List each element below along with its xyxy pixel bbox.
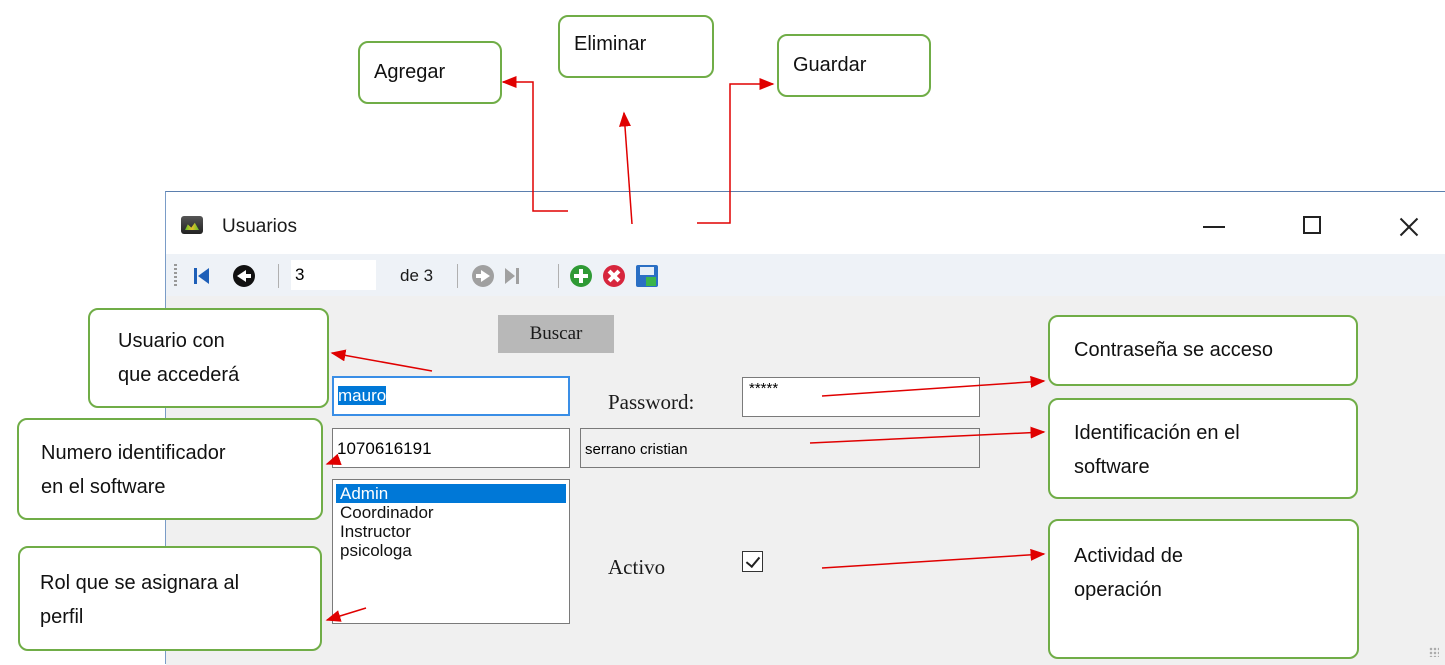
callout-line: operación: [1074, 579, 1162, 601]
minimize-button[interactable]: [1191, 206, 1237, 246]
usuario-input[interactable]: mauro: [332, 376, 570, 416]
callout-agregar: Agregar: [358, 41, 502, 104]
toolbar-separator: [558, 264, 559, 288]
role-item[interactable]: psicologa: [336, 541, 566, 560]
toolbar-separator: [457, 264, 458, 288]
activo-checkbox[interactable]: [742, 551, 763, 572]
callout-actividad: Actividad de operación: [1048, 519, 1359, 659]
search-button[interactable]: Buscar: [498, 315, 614, 353]
move-next-icon[interactable]: [472, 265, 494, 287]
callout-line: que accederá: [118, 364, 240, 386]
move-previous-icon[interactable]: [233, 265, 255, 287]
save-icon[interactable]: [636, 265, 658, 287]
role-item[interactable]: Instructor: [336, 522, 566, 541]
usuario-value: mauro: [338, 386, 387, 405]
delete-icon[interactable]: [603, 265, 625, 287]
resize-grip-icon[interactable]: [1429, 647, 1439, 657]
record-count-label: de 3: [400, 266, 434, 285]
navigator-toolbar: de 3: [166, 254, 1445, 296]
callout-text: Eliminar: [574, 33, 647, 55]
move-first-icon[interactable]: [194, 268, 210, 284]
role-listbox[interactable]: Admin Coordinador Instructor psicologa: [332, 479, 570, 624]
callout-line: perfil: [40, 606, 84, 628]
callout-text: Guardar: [793, 54, 867, 76]
title-bar: Usuarios: [166, 192, 1445, 254]
callout-guardar: Guardar: [777, 34, 931, 97]
callout-numero: Numero identificador en el software: [17, 418, 323, 520]
password-label: Password:: [608, 390, 695, 414]
callout-line: software: [1074, 456, 1150, 478]
callout-rol: Rol que se asignara al perfil: [18, 546, 322, 651]
activo-label: Activo: [608, 555, 666, 579]
callout-contrasena: Contraseña se acceso: [1048, 315, 1358, 386]
position-input[interactable]: [291, 260, 376, 290]
callout-line: Usuario con: [118, 330, 225, 352]
move-last-icon[interactable]: [505, 268, 521, 284]
add-new-icon[interactable]: [570, 265, 592, 287]
toolbar-grip-icon[interactable]: [174, 264, 177, 286]
callout-text: Contraseña se acceso: [1074, 339, 1274, 361]
role-item[interactable]: Admin: [336, 484, 566, 503]
callout-eliminar: Eliminar: [558, 15, 714, 78]
toolbar-separator: [278, 264, 279, 288]
callout-line: Identificación en el: [1074, 422, 1240, 444]
full-name-field[interactable]: serrano cristian: [580, 428, 980, 468]
callout-text: Agregar: [374, 61, 446, 83]
maximize-button[interactable]: [1289, 206, 1335, 246]
callout-identificacion: Identificación en el software: [1048, 398, 1358, 499]
close-button[interactable]: [1386, 206, 1432, 246]
app-icon: [181, 216, 203, 234]
callout-usuario: Usuario con que accederá: [88, 308, 329, 408]
role-item[interactable]: Coordinador: [336, 503, 566, 522]
callout-line: Actividad de: [1074, 545, 1183, 567]
password-input[interactable]: *****: [742, 377, 980, 417]
callout-line: Rol que se asignara al: [40, 572, 240, 594]
id-number-input[interactable]: 1070616191: [332, 428, 570, 468]
callout-line: en el software: [41, 476, 166, 498]
window-title: Usuarios: [222, 216, 297, 237]
callout-line: Numero identificador: [41, 442, 226, 464]
